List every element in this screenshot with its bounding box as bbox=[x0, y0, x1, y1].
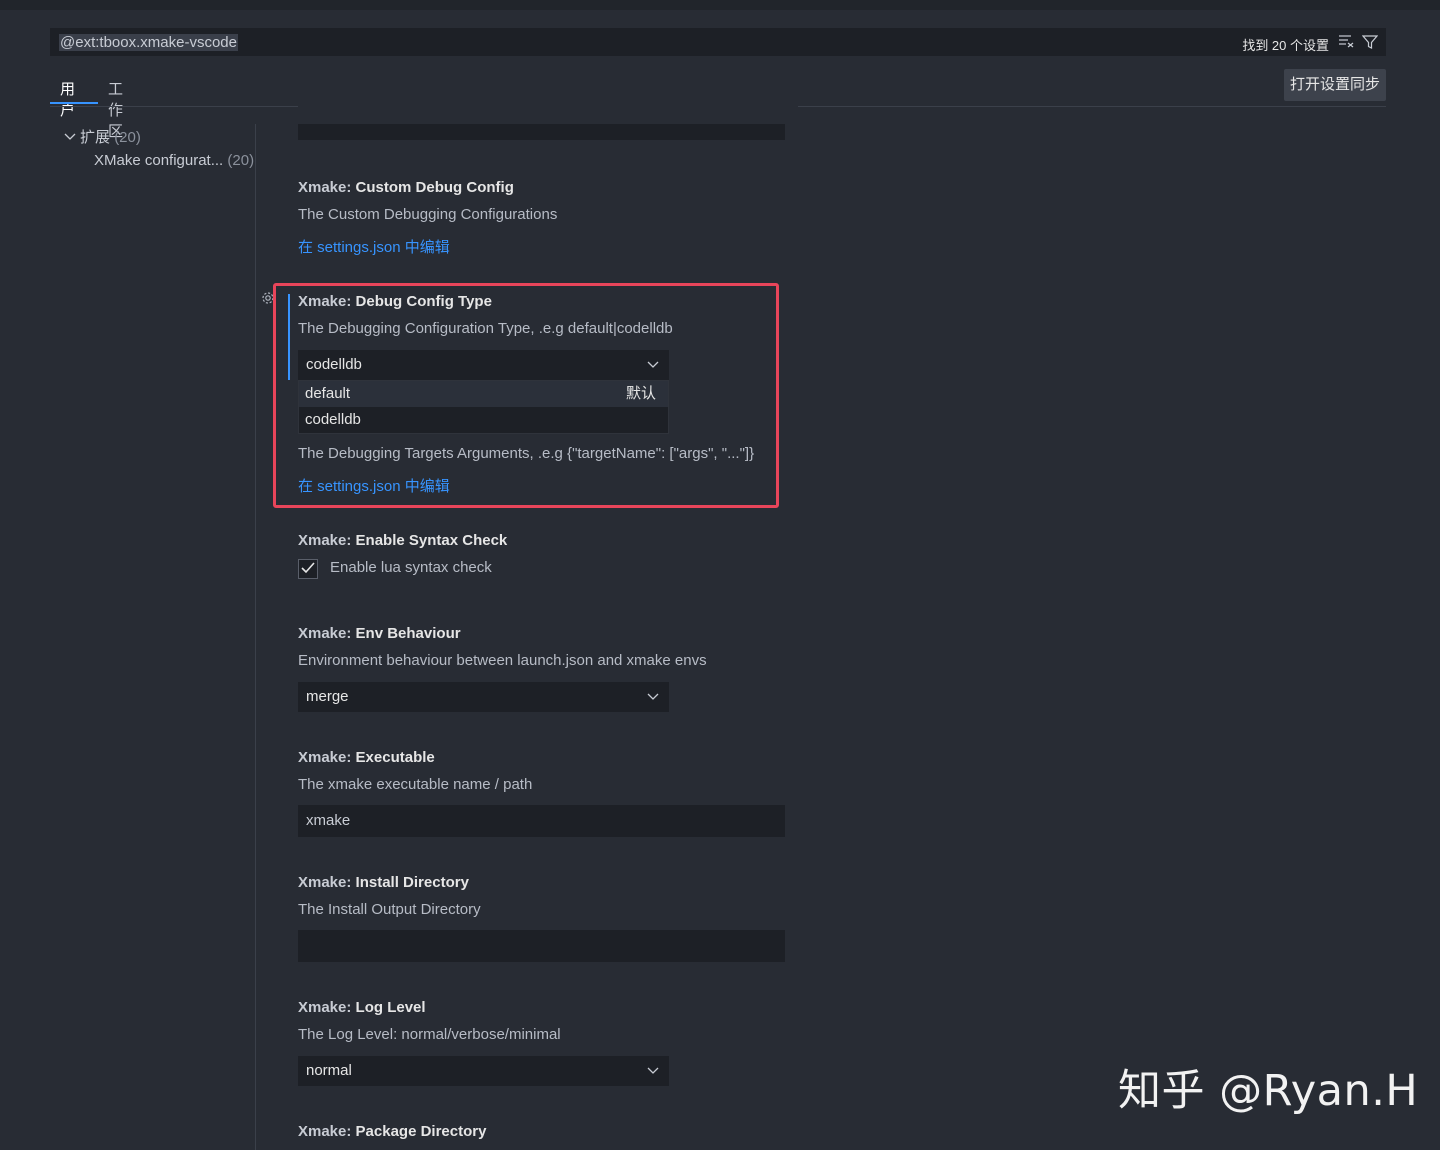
setting-title: Xmake: Executable bbox=[298, 749, 435, 766]
clear-filter-icon[interactable] bbox=[1337, 34, 1355, 52]
toc-divider bbox=[255, 124, 256, 1150]
executable-input[interactable]: xmake bbox=[298, 805, 785, 837]
open-settings-sync-button[interactable]: 打开设置同步 bbox=[1284, 69, 1386, 101]
setting-description: The Custom Debugging Configurations bbox=[298, 206, 558, 223]
chevron-down-icon bbox=[64, 129, 80, 146]
env-behaviour-select[interactable]: merge bbox=[298, 682, 669, 712]
setting-description: Environment behaviour between launch.jso… bbox=[298, 652, 707, 669]
toc-item-label: XMake configurat... bbox=[94, 152, 224, 169]
input-value: xmake bbox=[306, 812, 351, 829]
checkbox-label[interactable]: Enable lua syntax check bbox=[330, 559, 492, 576]
watermark: 知乎 @Ryan.H bbox=[1118, 1066, 1419, 1116]
chevron-down-icon bbox=[647, 682, 659, 712]
setting-description: The xmake executable name / path bbox=[298, 776, 533, 793]
setting-title: Xmake: Log Level bbox=[298, 999, 426, 1016]
select-value: normal bbox=[306, 1062, 352, 1079]
syntax-check-checkbox[interactable] bbox=[298, 559, 318, 579]
log-level-select[interactable]: normal bbox=[298, 1056, 669, 1086]
active-tab-indicator bbox=[50, 102, 98, 104]
toc-item-label: 扩展 bbox=[80, 129, 111, 146]
search-input[interactable]: @ext:tboox.xmake-vscode bbox=[59, 34, 238, 51]
toc-item-extensions[interactable]: 扩展 (20) bbox=[64, 126, 141, 147]
edit-in-settings-json-link[interactable]: 在 settings.json 中编辑 bbox=[298, 236, 450, 257]
scroll-clip bbox=[298, 106, 798, 124]
setting-description: The Install Output Directory bbox=[298, 901, 481, 918]
setting-title: Xmake: Install Directory bbox=[298, 874, 469, 891]
setting-title: Xmake: Env Behaviour bbox=[298, 625, 461, 642]
search-result-count: 找到 20 个设置 bbox=[1242, 38, 1329, 53]
setting-title: Xmake: Custom Debug Config bbox=[298, 179, 514, 196]
highlight-annotation-box bbox=[273, 283, 779, 508]
install-directory-input[interactable] bbox=[298, 930, 785, 962]
setting-description: The Log Level: normal/verbose/minimal bbox=[298, 1026, 561, 1043]
toc-item-count: (20) bbox=[114, 129, 141, 146]
setting-title: Xmake: Package Directory bbox=[298, 1123, 487, 1140]
toc-item-xmake[interactable]: XMake configurat... (20) bbox=[94, 152, 254, 169]
filter-icon[interactable] bbox=[1361, 34, 1379, 52]
chevron-down-icon bbox=[647, 1056, 659, 1086]
checkmark-icon bbox=[301, 562, 315, 574]
tab-user[interactable]: 用户 bbox=[60, 78, 75, 120]
setting-title: Xmake: Enable Syntax Check bbox=[298, 532, 508, 549]
settings-search-bar[interactable]: @ext:tboox.xmake-vscode 找到 20 个设置 bbox=[50, 28, 1386, 56]
title-strip bbox=[0, 0, 1440, 10]
toc-item-count: (20) bbox=[227, 152, 255, 169]
select-value: merge bbox=[306, 688, 349, 705]
